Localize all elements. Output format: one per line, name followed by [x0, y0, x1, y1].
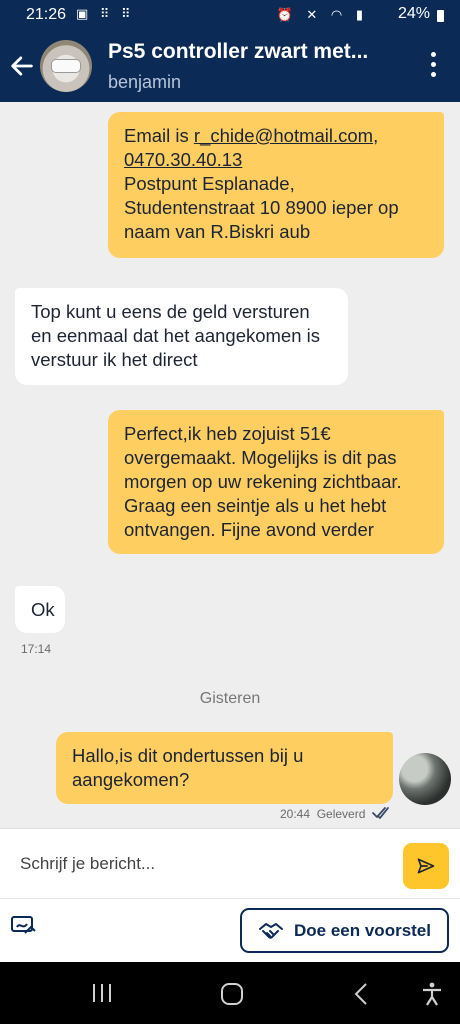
composer	[0, 828, 460, 898]
propose-offer-button[interactable]: Doe een voorstel	[240, 908, 449, 953]
status-bar: 21:26 ▣ ⠿ ⠿ ⏰ ✕ ◠ ▮ 24%	[0, 0, 460, 30]
status-time: 21:26	[26, 6, 67, 23]
propose-offer-label: Doe een voorstel	[294, 920, 431, 940]
message-meta: 20:44 Geleverd	[280, 807, 365, 821]
day-separator: Gisteren	[199, 690, 261, 707]
email-link[interactable]: r_chide@hotmail.com	[194, 125, 373, 146]
message-text: Perfect,ik heb zojuist 51€ overgemaakt. …	[124, 423, 402, 540]
message-timestamp: 20:44	[280, 807, 311, 821]
accessibility-icon[interactable]	[421, 982, 443, 1006]
send-icon	[417, 858, 435, 874]
message-outgoing: Email is r_chide@hotmail.com, 0470.30.40…	[108, 112, 444, 258]
message-list: Email is r_chide@hotmail.com, 0470.30.40…	[0, 102, 460, 828]
action-bar: Doe een voorstel	[0, 898, 460, 962]
recent-apps-icon[interactable]	[90, 982, 114, 1004]
system-icons: ⏰ ✕ ◠ ▮	[276, 7, 368, 22]
home-icon[interactable]	[220, 982, 244, 1006]
back-arrow-icon[interactable]	[8, 52, 36, 80]
user-avatar	[399, 753, 451, 805]
chat-title[interactable]: Ps5 controller zwart met...	[108, 40, 368, 64]
battery-icon	[437, 10, 444, 22]
message-text: Hallo,is dit ondertussen bij u aangekome…	[72, 745, 304, 790]
message-outgoing: Hallo,is dit ondertussen bij u aangekome…	[56, 732, 393, 804]
message-text: Ok	[31, 599, 55, 620]
message-timestamp: 17:14	[21, 642, 52, 656]
battery-percent: 24%	[397, 5, 430, 22]
message-text: ,	[373, 125, 379, 146]
message-incoming: Top kunt u eens de geld versturen en een…	[15, 288, 348, 385]
message-text: Top kunt u eens de geld versturen en een…	[31, 301, 321, 370]
chat-subtitle: benjamin	[108, 72, 182, 92]
double-check-icon	[372, 807, 389, 819]
phone-link[interactable]: 0470.30.40.13	[124, 149, 242, 170]
offer-icon[interactable]	[10, 913, 38, 937]
message-text: Email is	[124, 125, 194, 146]
delivery-status: Geleverd	[316, 807, 366, 821]
send-button[interactable]	[403, 843, 449, 889]
handshake-icon	[259, 922, 283, 939]
chat-header: Ps5 controller zwart met... benjamin	[0, 30, 460, 102]
system-nav-bar	[0, 962, 460, 1024]
more-options-icon[interactable]	[428, 52, 438, 82]
message-text: Postpunt Esplanade, Studentenstraat 10 8…	[124, 173, 399, 242]
message-input[interactable]	[10, 841, 390, 887]
notification-icons: ▣ ⠿ ⠿	[76, 6, 135, 21]
back-nav-icon[interactable]	[352, 982, 370, 1006]
message-incoming: Ok	[15, 586, 65, 633]
listing-avatar[interactable]	[40, 40, 92, 92]
message-outgoing: Perfect,ik heb zojuist 51€ overgemaakt. …	[108, 410, 444, 554]
